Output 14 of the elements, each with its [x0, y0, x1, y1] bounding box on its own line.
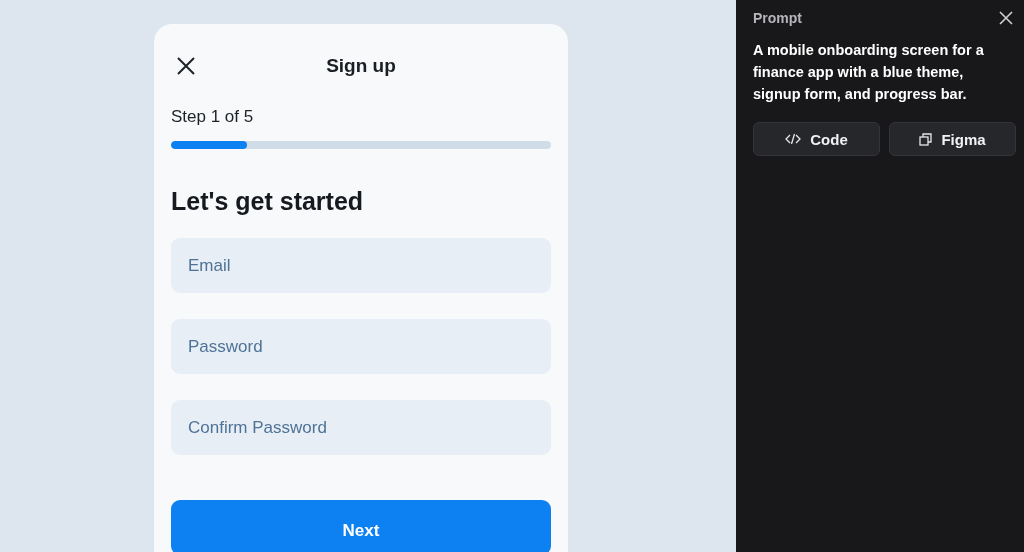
screen-title: Sign up — [326, 55, 396, 77]
next-button[interactable]: Next — [171, 500, 551, 552]
copy-icon — [919, 132, 933, 146]
code-button[interactable]: Code — [753, 122, 880, 156]
figma-button[interactable]: Figma — [889, 122, 1016, 156]
code-icon — [785, 133, 802, 145]
input-field[interactable]: Confirm Password — [171, 400, 551, 455]
panel-label: Prompt — [753, 10, 802, 26]
close-icon[interactable] — [177, 57, 195, 75]
prompt-text: A mobile onboarding screen for a finance app with a blue theme, signup form, and progress bar. — [753, 41, 985, 104]
input-field[interactable]: Password — [171, 319, 551, 374]
input-field[interactable]: Email — [171, 238, 551, 293]
heading: Let's get started — [171, 187, 365, 216]
step-label: Step 1 of 5 — [171, 107, 255, 127]
